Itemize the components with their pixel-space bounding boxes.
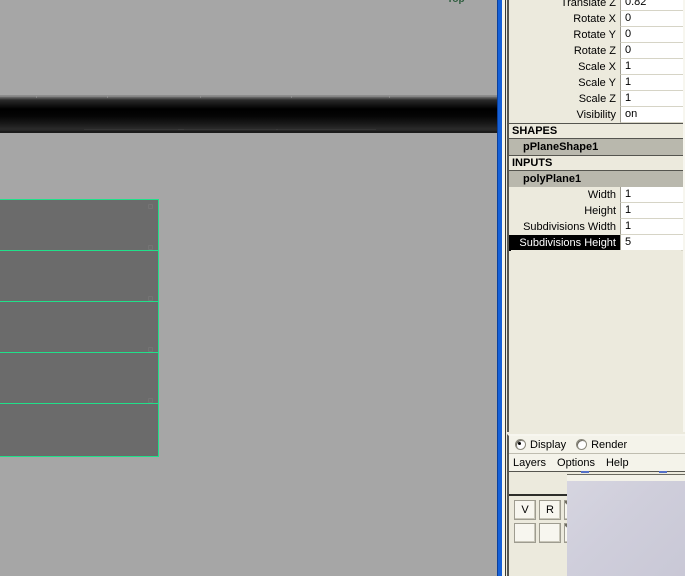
plane-vertex xyxy=(148,398,153,403)
input-row-height[interactable]: Height 1 xyxy=(509,203,683,219)
radio-dot-icon xyxy=(515,439,526,450)
channel-label: Visibility xyxy=(576,109,616,121)
layer-visibility-toggle[interactable] xyxy=(514,523,536,543)
channel-box-empty-area xyxy=(511,250,681,432)
input-value-field[interactable]: 1 xyxy=(620,187,683,203)
dark-tube-object[interactable] xyxy=(0,96,497,132)
shape-node-pplaneshape1[interactable]: pPlaneShape1 xyxy=(509,139,683,155)
channel-row-rotate-x[interactable]: Rotate X 0 xyxy=(509,11,683,27)
channel-value-field[interactable]: on xyxy=(620,107,683,123)
input-node-polyplane1[interactable]: polyPlane1 xyxy=(509,171,683,187)
input-row-width[interactable]: Width 1 xyxy=(509,187,683,203)
plane-subdivision-line xyxy=(0,352,158,353)
radio-dot-icon xyxy=(576,439,588,450)
channel-label: Translate Z xyxy=(560,0,616,9)
channel-row-scale-z[interactable]: Scale Z 1 xyxy=(509,91,683,107)
overlay-tick-mark xyxy=(581,471,589,473)
input-label: Subdivisions Width xyxy=(523,221,616,233)
plane-subdivision-line xyxy=(0,403,158,404)
channel-row-visibility[interactable]: Visibility on xyxy=(509,107,683,123)
input-label-selected: Subdivisions Height xyxy=(509,235,620,251)
layer-mode-radios: Display Render xyxy=(509,436,685,454)
column-header-reference[interactable]: R xyxy=(539,500,561,520)
radio-render-label: Render xyxy=(591,438,628,451)
viewport-label: Top xyxy=(447,0,465,5)
tube-segment-mark xyxy=(200,96,201,98)
channel-box[interactable]: Translate Z 0.82 Rotate X 0 Rotate Y 0 R… xyxy=(507,0,685,432)
tube-segment-mark xyxy=(84,129,184,130)
channel-row-translate-z[interactable]: Translate Z 0.82 xyxy=(509,0,683,11)
inputs-section-header: INPUTS xyxy=(509,155,683,171)
channel-value-field[interactable]: 1 xyxy=(620,91,683,107)
radio-display[interactable]: Display xyxy=(515,439,572,451)
channel-value-field[interactable]: 1 xyxy=(620,59,683,75)
tube-segment-mark xyxy=(107,96,108,98)
channel-label: Rotate Y xyxy=(573,29,616,41)
input-value-field[interactable]: 5 xyxy=(620,235,683,251)
channel-row-rotate-y[interactable]: Rotate Y 0 xyxy=(509,27,683,43)
3d-viewport[interactable]: Top xyxy=(0,0,497,576)
radio-render[interactable]: Render xyxy=(576,439,633,451)
channel-value-field[interactable]: 1 xyxy=(620,75,683,91)
plane-subdivision-line xyxy=(0,250,158,251)
input-row-subdivisions-height[interactable]: Subdivisions Height 5 xyxy=(509,235,683,251)
menu-layers[interactable]: Layers xyxy=(513,457,546,469)
input-value-field[interactable]: 1 xyxy=(620,203,683,219)
layer-reference-toggle[interactable] xyxy=(539,523,561,543)
channel-label: Rotate X xyxy=(573,13,616,25)
channel-row-scale-y[interactable]: Scale Y 1 xyxy=(509,75,683,91)
plane-vertex xyxy=(148,347,153,352)
tube-segment-mark xyxy=(291,96,292,98)
tube-segment-mark xyxy=(389,96,390,98)
channel-label: Rotate Z xyxy=(573,45,616,57)
channel-value-field[interactable]: 0 xyxy=(620,27,683,43)
plane-vertex xyxy=(148,245,153,250)
menu-help[interactable]: Help xyxy=(606,457,629,469)
overlay-tick-mark xyxy=(659,471,667,473)
plane-vertex xyxy=(148,296,153,301)
tube-segment-mark xyxy=(36,96,37,98)
input-label: Height xyxy=(584,205,616,217)
channel-label: Scale X xyxy=(578,61,616,73)
tube-segment-mark xyxy=(178,129,278,130)
plane-vertex xyxy=(148,204,153,209)
layer-editor-menubar: Layers Options Help xyxy=(509,454,685,472)
channel-value-field[interactable]: 0.82 xyxy=(620,0,683,11)
panel-divider-edge xyxy=(497,0,498,576)
channel-value-field[interactable]: 0 xyxy=(620,43,683,59)
input-value-field[interactable]: 1 xyxy=(620,219,683,235)
radio-display-label: Display xyxy=(530,438,567,451)
overlay-title-bar[interactable] xyxy=(567,471,685,481)
input-row-subdivisions-width[interactable]: Subdivisions Width 1 xyxy=(509,219,683,235)
selected-plane-object[interactable] xyxy=(0,199,159,457)
tube-bottom-edge xyxy=(0,131,497,133)
input-label: Width xyxy=(587,189,616,201)
overlay-popup-window[interactable] xyxy=(567,471,685,576)
column-header-visibility[interactable]: V xyxy=(514,500,536,520)
channel-value-field[interactable]: 0 xyxy=(620,11,683,27)
channel-label: Scale Z xyxy=(578,93,616,105)
tube-segment-mark xyxy=(276,129,376,130)
channel-row-scale-x[interactable]: Scale X 1 xyxy=(509,59,683,75)
menu-options[interactable]: Options xyxy=(557,457,595,469)
shapes-section-header: SHAPES xyxy=(509,123,683,139)
channel-row-rotate-z[interactable]: Rotate Z 0 xyxy=(509,43,683,59)
channel-label: Scale Y xyxy=(578,77,616,89)
plane-subdivision-line xyxy=(0,301,158,302)
